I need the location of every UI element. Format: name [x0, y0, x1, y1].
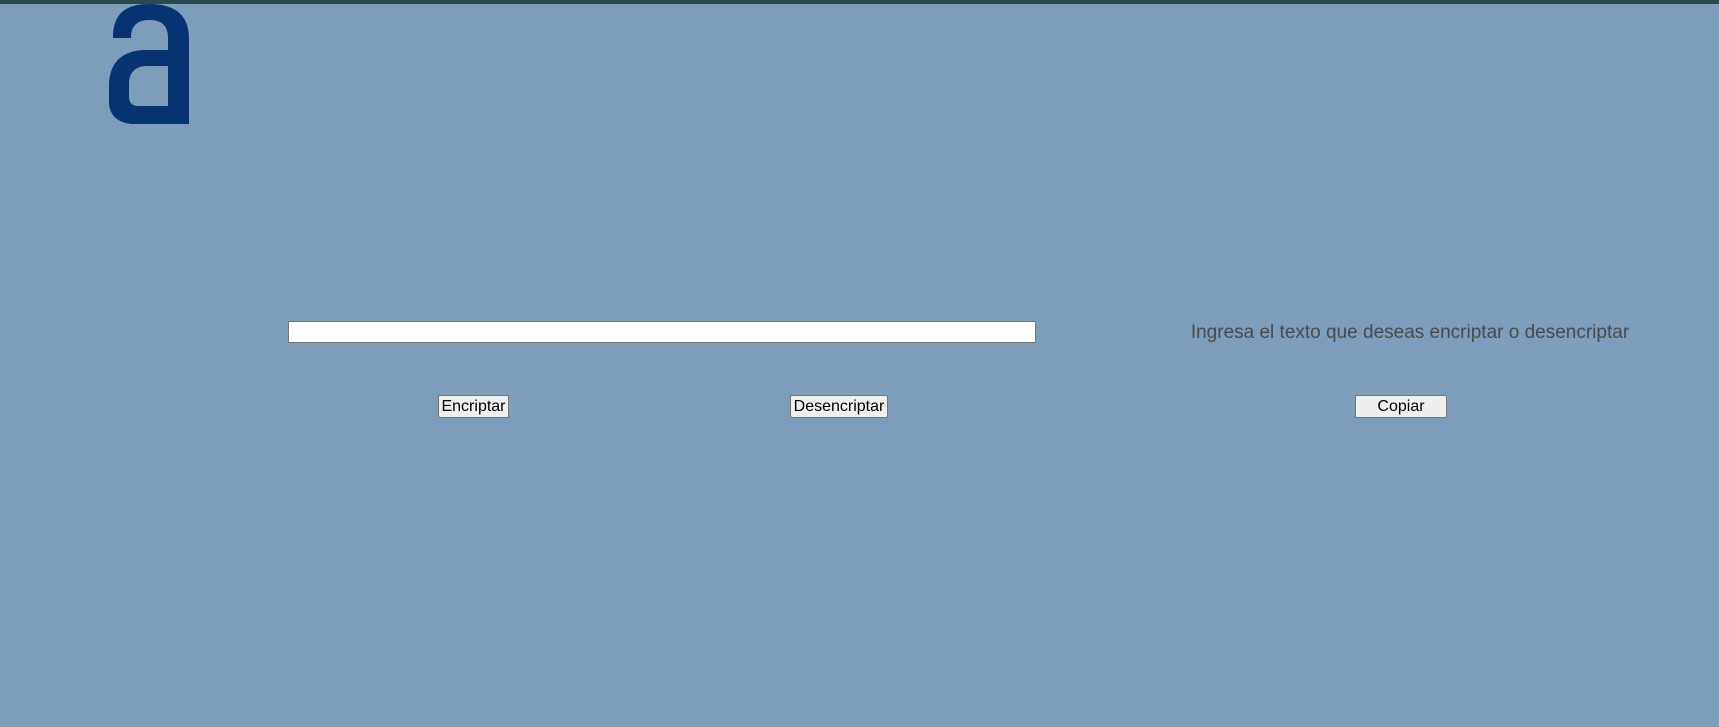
copy-button[interactable]: Copiar [1355, 395, 1447, 418]
alura-a-logo-icon [109, 4, 190, 124]
encrypt-button[interactable]: Encriptar [438, 395, 509, 418]
text-input[interactable] [288, 321, 1036, 343]
top-strip [0, 0, 1719, 4]
decrypt-button[interactable]: Desencriptar [790, 395, 888, 418]
output-message: Ingresa el texto que deseas encriptar o … [1190, 322, 1630, 343]
